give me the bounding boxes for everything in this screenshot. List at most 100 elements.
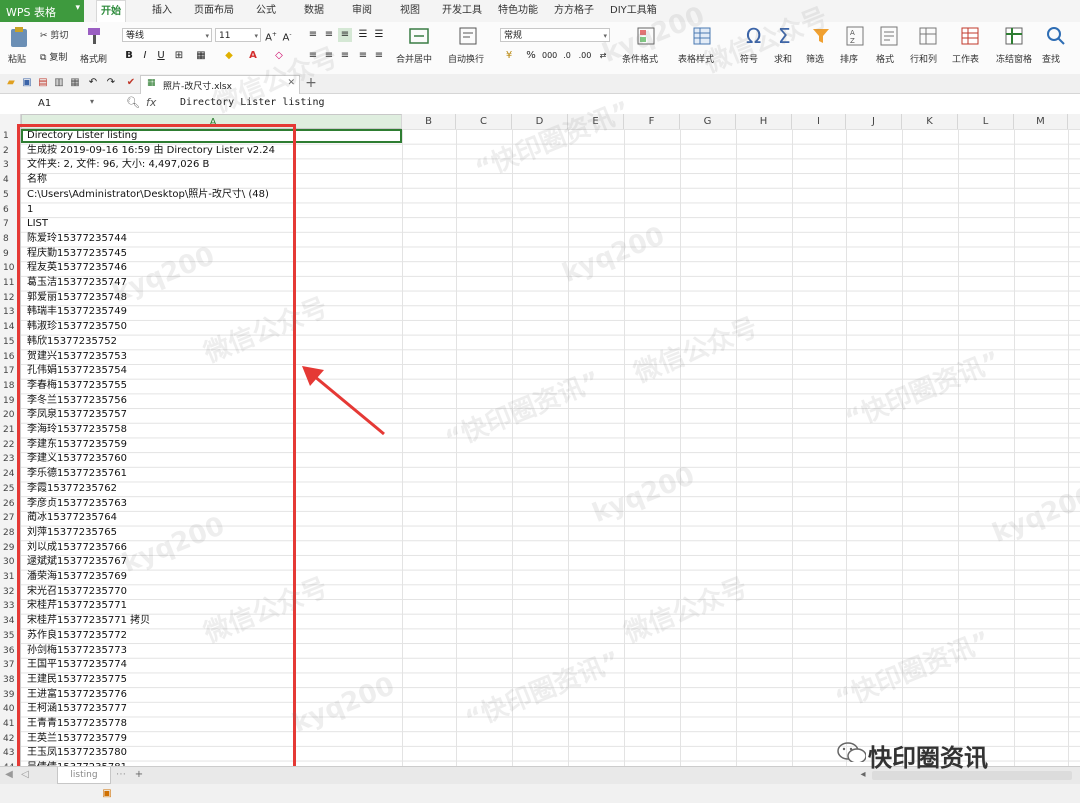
decrease-decimal-icon[interactable]: .00 xyxy=(578,49,592,63)
freeze-panes-button[interactable]: 冻结窗格 xyxy=(996,52,1032,65)
merge-center-icon[interactable] xyxy=(408,26,430,46)
sheet-tab-listing[interactable]: listing xyxy=(57,767,111,784)
tab-ffgz[interactable]: 方方格子 xyxy=(550,0,598,22)
find-button[interactable]: 查找 xyxy=(1042,52,1060,65)
tab-page-layout[interactable]: 页面布局 xyxy=(190,0,238,22)
clear-format-icon[interactable]: ◇ xyxy=(272,49,286,63)
currency-icon[interactable]: ¥ xyxy=(502,49,516,63)
row-col-button[interactable]: 行和列 xyxy=(910,52,937,65)
table-style-icon[interactable] xyxy=(692,26,712,46)
sigma-icon[interactable]: Σ xyxy=(778,24,791,48)
new-tab-icon[interactable]: + xyxy=(304,76,318,90)
font-name-select[interactable]: 等线 ▾ xyxy=(122,28,212,42)
prev-sheet-icon[interactable]: ◁ xyxy=(18,768,32,782)
conditional-format-button[interactable]: 条件格式 xyxy=(622,52,658,65)
column-header[interactable]: J xyxy=(846,114,902,129)
font-size-select[interactable]: 11 ▾ xyxy=(215,28,261,42)
column-header[interactable]: B xyxy=(402,114,456,129)
more-sheets-icon[interactable]: ⋯ xyxy=(114,768,128,782)
italic-button[interactable]: I xyxy=(138,49,152,63)
column-header[interactable]: K xyxy=(902,114,958,129)
distribute-icon[interactable]: ≡ xyxy=(372,49,386,63)
conditional-format-icon[interactable] xyxy=(636,26,656,46)
sort-button[interactable]: 排序 xyxy=(840,52,858,65)
align-middle-icon[interactable]: ≡ xyxy=(322,28,336,42)
format-painter-icon[interactable] xyxy=(84,26,104,46)
macro-icon[interactable]: ▣ xyxy=(100,787,114,801)
column-header[interactable]: D xyxy=(512,114,568,129)
border-icon[interactable]: ⊞ xyxy=(172,49,186,63)
freeze-panes-icon[interactable] xyxy=(1004,26,1024,46)
tab-home[interactable]: 开始 xyxy=(96,0,126,24)
align-center-icon[interactable]: ≡ xyxy=(322,49,336,63)
column-header[interactable]: G xyxy=(680,114,736,129)
number-format-select[interactable]: 常规 ▾ xyxy=(500,28,610,42)
column-header[interactable]: H xyxy=(736,114,792,129)
tab-developer[interactable]: 开发工具 xyxy=(438,0,486,22)
filter-button[interactable]: 筛选 xyxy=(806,52,824,65)
column-header[interactable]: F xyxy=(624,114,680,129)
symbol-button[interactable]: 符号 xyxy=(740,52,758,65)
column-header[interactable]: E xyxy=(568,114,624,129)
format-button[interactable]: 格式 xyxy=(876,52,894,65)
paste-button[interactable]: 粘贴 xyxy=(8,52,26,65)
table-style-button[interactable]: 表格样式 xyxy=(678,52,714,65)
bold-button[interactable]: B xyxy=(122,49,136,63)
open-folder-icon[interactable]: ▰ xyxy=(4,76,18,90)
type-convert-icon[interactable]: ⇄ xyxy=(596,49,610,63)
tab-insert[interactable]: 插入 xyxy=(148,0,176,22)
tab-view[interactable]: 视图 xyxy=(396,0,424,22)
align-bottom-icon[interactable]: ≡ xyxy=(338,28,352,42)
column-header[interactable]: L xyxy=(958,114,1014,129)
add-sheet-icon[interactable]: + xyxy=(132,768,146,782)
thousands-icon[interactable]: 000 xyxy=(542,49,557,63)
first-sheet-icon[interactable]: ◀ xyxy=(2,768,16,782)
find-icon[interactable] xyxy=(1046,26,1066,46)
document-tab[interactable]: ▦ 照片-改尺寸.xlsx ✕ xyxy=(140,75,300,94)
redo-icon[interactable]: ↷ xyxy=(104,76,118,90)
wrap-text-button[interactable]: 自动换行 xyxy=(448,52,484,65)
filter-icon[interactable] xyxy=(812,27,830,45)
align-top-icon[interactable]: ≡ xyxy=(306,28,320,42)
align-left-icon[interactable]: ≡ xyxy=(306,49,320,63)
merge-center-button[interactable]: 合并居中 xyxy=(396,52,432,65)
row-col-icon[interactable] xyxy=(918,26,938,46)
tab-formulas[interactable]: 公式 xyxy=(252,0,280,22)
wrap-text-icon[interactable] xyxy=(458,26,478,46)
worksheet-button[interactable]: 工作表 xyxy=(952,52,979,65)
underline-button[interactable]: U xyxy=(154,49,168,63)
tab-data[interactable]: 数据 xyxy=(300,0,328,22)
sort-icon[interactable]: AZ xyxy=(846,26,864,46)
format-painter-button[interactable]: 格式刷 xyxy=(80,52,107,65)
column-header[interactable]: I xyxy=(792,114,846,129)
customize-icon[interactable]: ✔ xyxy=(124,76,138,90)
name-box[interactable]: A1 ▾ xyxy=(2,96,96,111)
cut-button[interactable]: ✂ 剪切 xyxy=(40,28,68,41)
paste-icon[interactable] xyxy=(8,26,30,48)
tab-diy-toolbox[interactable]: DIY工具箱 xyxy=(606,0,661,22)
print-icon[interactable]: ▥ xyxy=(52,76,66,90)
print-preview-icon[interactable]: ▤ xyxy=(36,76,50,90)
zoom-icon[interactable]: 🔍︎ xyxy=(126,96,140,109)
tab-special[interactable]: 特色功能 xyxy=(494,0,542,22)
fill-pattern-icon[interactable]: ▦ xyxy=(194,49,208,63)
percent-button[interactable]: % xyxy=(524,49,538,63)
tab-review[interactable]: 审阅 xyxy=(348,0,376,22)
align-right-icon[interactable]: ≡ xyxy=(338,49,352,63)
decrease-font-icon[interactable]: A- xyxy=(280,28,294,43)
formula-input[interactable]: Directory Lister listing xyxy=(180,97,325,108)
close-icon[interactable]: ✕ xyxy=(287,78,295,88)
fill-color-icon[interactable]: ◆ xyxy=(222,49,236,63)
omega-icon[interactable]: Ω xyxy=(746,24,761,48)
outdent-icon[interactable]: ☰ xyxy=(372,28,386,42)
format-icon[interactable] xyxy=(880,26,898,46)
undo-icon[interactable]: ↶ xyxy=(86,76,100,90)
app-menu-button[interactable]: WPS 表格 ▾ xyxy=(0,0,84,22)
copy-button[interactable]: ⧉ 复制 xyxy=(40,50,67,63)
sum-button[interactable]: 求和 xyxy=(774,52,792,65)
increase-font-icon[interactable]: A+ xyxy=(264,28,278,43)
column-header[interactable]: C xyxy=(456,114,512,129)
font-color-icon[interactable]: A xyxy=(246,49,260,63)
worksheet-icon[interactable] xyxy=(960,26,980,46)
justify-icon[interactable]: ≡ xyxy=(356,49,370,63)
